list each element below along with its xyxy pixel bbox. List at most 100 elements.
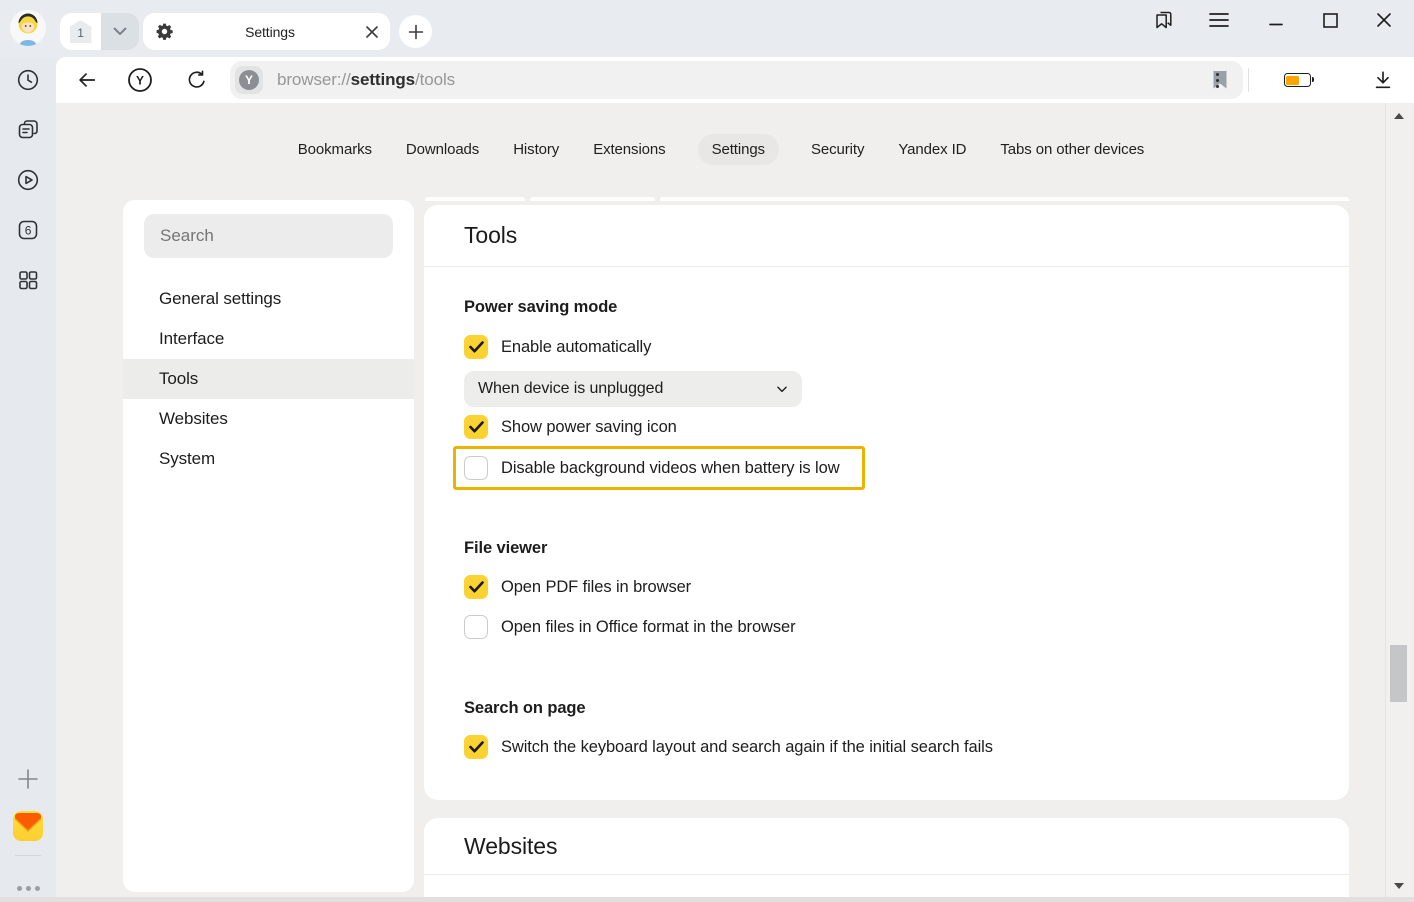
sidebar-item-interface[interactable]: Interface [123, 319, 414, 359]
history-button[interactable] [0, 62, 56, 98]
scrollbar-thumb[interactable] [1390, 645, 1407, 702]
checkbox-row-show-power-saving-icon[interactable]: Show power saving icon [464, 415, 1309, 439]
checkmark-icon [469, 741, 484, 753]
websites-title: Websites [424, 818, 1349, 875]
video-button[interactable] [0, 162, 56, 198]
tab-count-badge[interactable]: 1 [60, 13, 101, 50]
checkbox-checked[interactable] [464, 335, 488, 359]
checkbox-label[interactable]: Open PDF files in browser [501, 578, 691, 597]
add-panel-button[interactable] [0, 761, 56, 797]
nav-extensions[interactable]: Extensions [591, 134, 667, 165]
ellipsis-icon [17, 886, 40, 891]
downloads-button[interactable] [1366, 63, 1400, 97]
sidebar-item-websites[interactable]: Websites [123, 399, 414, 439]
checkbox-label[interactable]: Enable automatically [501, 338, 651, 357]
nav-bookmarks[interactable]: Bookmarks [296, 134, 374, 165]
reload-icon [186, 69, 208, 91]
select-value: When device is unplugged [478, 380, 663, 398]
power-saving-battery-button[interactable] [1280, 63, 1314, 97]
close-icon [1376, 12, 1392, 28]
yandex-mail-button[interactable] [0, 808, 56, 844]
tab-group-counter[interactable]: 1 [60, 13, 139, 50]
card-peek [425, 197, 525, 201]
download-icon [1372, 69, 1394, 91]
extensions-kebab-button[interactable] [1200, 63, 1234, 97]
checkbox-row-switch-keyboard-layout[interactable]: Switch the keyboard layout and search ag… [464, 735, 1309, 759]
tools-settings-card: Tools Power saving mode Enable automatic… [424, 205, 1349, 800]
checkmark-icon [469, 581, 484, 593]
svg-text:Y: Y [136, 74, 144, 88]
mail-icon [13, 811, 43, 841]
checkbox-unchecked[interactable] [464, 615, 488, 639]
window-bottom-edge [0, 897, 1414, 902]
navigation-toolbar: Y Y browser://settings/tools [56, 57, 1414, 103]
tab-list-dropdown[interactable] [101, 13, 139, 50]
browser-menu-button[interactable] [1199, 0, 1239, 40]
nav-history[interactable]: History [511, 134, 561, 165]
reload-button[interactable] [180, 63, 214, 97]
kebab-icon [1216, 73, 1219, 88]
highlighted-checkbox-row-disable-background-videos[interactable]: Disable background videos when battery i… [453, 446, 865, 490]
tab-title: Settings [174, 24, 366, 40]
checkmark-icon [469, 341, 484, 353]
checkbox-row-open-pdf[interactable]: Open PDF files in browser [464, 575, 1309, 599]
feed-button[interactable] [0, 112, 56, 148]
profile-avatar[interactable] [10, 10, 46, 46]
scroll-up-arrow[interactable] [1394, 113, 1404, 119]
chevron-down-icon [775, 382, 789, 396]
browser-scheme-icon: Y [239, 70, 259, 90]
checkbox-row-enable-automatically[interactable]: Enable automatically [464, 335, 1309, 359]
maximize-icon [1322, 12, 1339, 29]
checkbox-checked[interactable] [464, 415, 488, 439]
minimize-icon [1268, 12, 1284, 28]
scroll-down-arrow[interactable] [1394, 883, 1404, 889]
section-power-saving-mode: Power saving mode [464, 295, 1309, 319]
grid-icon [16, 268, 40, 292]
checkbox-row-open-office[interactable]: Open files in Office format in the brows… [464, 615, 1309, 639]
new-tab-button[interactable] [399, 15, 432, 48]
sidebar-item-tools[interactable]: Tools [123, 359, 414, 399]
settings-sections-list: General settings Interface Tools Website… [123, 279, 414, 479]
checkbox-label[interactable]: Show power saving icon [501, 418, 677, 437]
yandex-home-button[interactable]: Y [123, 63, 157, 97]
plus-icon [408, 24, 424, 40]
browser-window: 1 Settings [0, 0, 1414, 902]
tab-stack-button[interactable]: 6 [0, 212, 56, 248]
maximize-button[interactable] [1310, 0, 1350, 40]
checkbox-label[interactable]: Disable background videos when battery i… [501, 459, 840, 478]
search-input[interactable] [144, 214, 393, 258]
nav-settings[interactable]: Settings [698, 134, 779, 165]
play-circle-icon [16, 168, 40, 192]
nav-yandex-id[interactable]: Yandex ID [896, 134, 968, 165]
chevron-down-icon [113, 27, 127, 36]
minimize-button[interactable] [1256, 0, 1296, 40]
checkbox-checked[interactable] [464, 575, 488, 599]
checkbox-checked[interactable] [464, 735, 488, 759]
nav-tabs-other-devices[interactable]: Tabs on other devices [998, 134, 1146, 165]
tab-close-icon[interactable] [366, 26, 378, 38]
checkbox-label[interactable]: Open files in Office format in the brows… [501, 618, 795, 637]
yandex-logo-icon: Y [127, 67, 153, 93]
back-button[interactable] [70, 63, 104, 97]
close-window-button[interactable] [1364, 0, 1404, 40]
checkbox-label[interactable]: Switch the keyboard layout and search ag… [501, 738, 993, 757]
checkbox-unchecked[interactable] [464, 456, 488, 480]
sidebar-item-general-settings[interactable]: General settings [123, 279, 414, 319]
url-text[interactable]: browser://settings/tools [277, 70, 1211, 90]
power-saving-condition-select[interactable]: When device is unplugged [464, 371, 802, 407]
back-arrow-icon [76, 69, 98, 91]
sidebar-item-system[interactable]: System [123, 439, 414, 479]
nav-downloads[interactable]: Downloads [404, 134, 481, 165]
settings-top-nav: Bookmarks Downloads History Extensions S… [56, 134, 1386, 165]
bookmarks-panel-button[interactable] [1144, 0, 1184, 40]
apps-grid-button[interactable] [0, 262, 56, 298]
address-bar[interactable]: Y browser://settings/tools [230, 61, 1243, 99]
battery-icon [1284, 73, 1311, 87]
site-identity-badge[interactable]: Y [235, 66, 263, 94]
browser-tab-settings[interactable]: Settings [143, 13, 390, 50]
plus-icon [17, 768, 39, 790]
section-search-on-page: Search on page [464, 696, 1309, 720]
page-scrollbar[interactable] [1385, 103, 1410, 897]
svg-text:6: 6 [25, 223, 32, 237]
nav-security[interactable]: Security [809, 134, 866, 165]
